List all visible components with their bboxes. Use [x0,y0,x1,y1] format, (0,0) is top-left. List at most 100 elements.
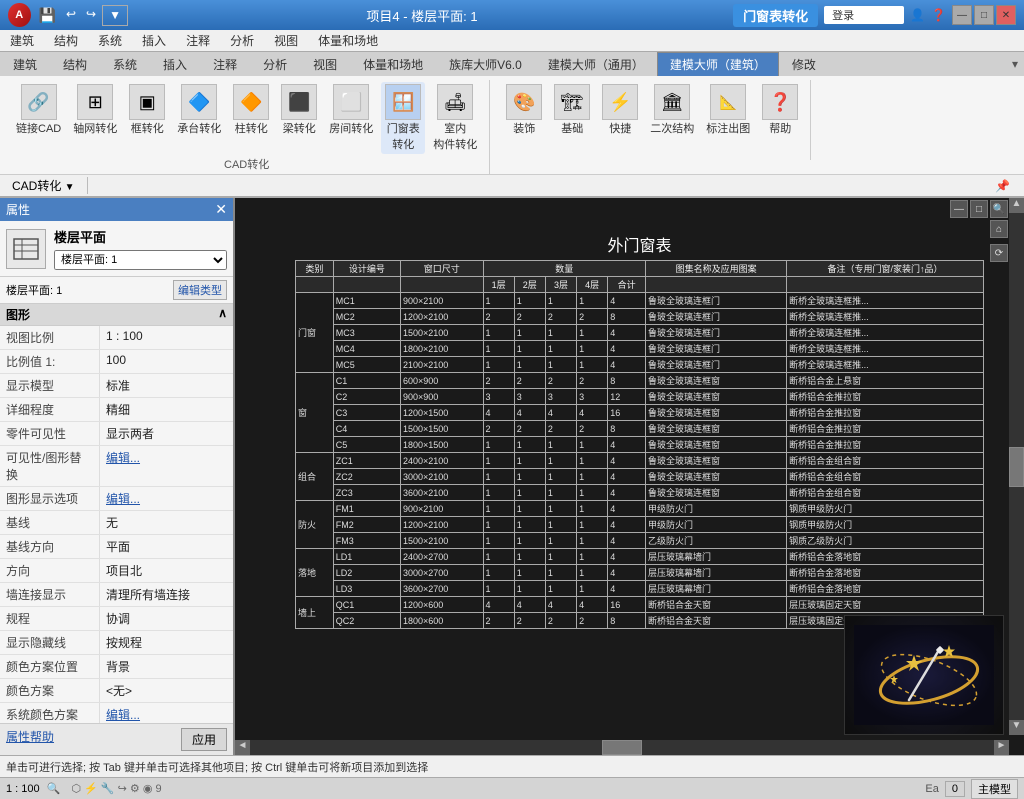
toolbar-save[interactable]: 💾 [35,5,60,26]
canvas-scrollbar-horizontal[interactable]: ◄ ► [235,740,1009,755]
btn-kuang[interactable]: ▣ 框转化 [125,82,169,154]
menu-jiegou[interactable]: 结构 [44,30,88,51]
btn-zhu[interactable]: 🔶 柱转化 [229,82,273,154]
tab-jianmoda-jianzhu[interactable]: 建模大师（建筑） [657,52,779,76]
maximize-button[interactable]: □ [974,5,994,25]
table-row: ZC23000×210011114鲁玻全玻璃连框窗断桥铝合金组合窗 [296,469,984,485]
canvas-minimize-btn[interactable]: — [950,200,968,218]
main-area: 属性 ✕ 楼层平面 楼层平面: 1 楼层平面: 1 编辑类型 图形 [0,198,1024,755]
nav-btn-home[interactable]: ⌂ [990,220,1008,238]
prop-help-link[interactable]: 属性帮助 [6,728,54,751]
tab-xitong[interactable]: 系统 [100,52,150,76]
menwinchuang-btn[interactable]: 门窗表转化 [733,4,818,27]
canvas-scrollbar-vertical[interactable]: ▲ ▼ [1009,198,1024,735]
kuaijie-icon: ⚡ [602,84,638,120]
prop-apply-btn[interactable]: 应用 [181,728,227,751]
tab-shitu[interactable]: 视图 [300,52,350,76]
tab-fenxi[interactable]: 分析 [250,52,300,76]
prop-body: 图形 ∧ 视图比例 1 : 100 比例值 1: 100 显示模型 标准 详细程… [0,304,233,723]
table-row: 防火FM1900×210011114甲级防火门钢质甲级防火门 [296,501,984,517]
btn-ercijiegou[interactable]: 🏛 二次结构 [646,82,698,138]
btn-biaozhuchute[interactable]: 📐 标注出图 [702,82,754,138]
toolbar-redo[interactable]: ↪ [82,5,100,26]
tab-charu[interactable]: 插入 [150,52,200,76]
status-model-btn[interactable]: 主模型 [971,779,1018,799]
btn-bangzhu[interactable]: ❓ 帮助 [758,82,802,138]
ribbon-pin-btn[interactable]: 📌 [989,179,1016,193]
toolbar-extra[interactable]: ▼ [102,5,128,26]
btn-bangzhu-label: 帮助 [769,120,791,136]
menu-xitong[interactable]: 系统 [88,30,132,51]
table-row: MC52100×210011114鲁玻全玻璃连框门断桥全玻璃连框推... [296,357,984,373]
table-cell: 4 [608,501,646,517]
table-cell: 鲁玻全玻璃连框门 [646,341,787,357]
table-cell: 2 [545,309,576,325]
prop-section-graphics[interactable]: 图形 ∧ [0,304,233,326]
tab-zukulibrary[interactable]: 族库大师V6.0 [436,52,535,76]
ribbon-dropdown-btn[interactable]: CAD转化 ▼ [8,177,88,194]
toolbar-undo[interactable]: ↩ [62,5,80,26]
nav-btn-search[interactable]: 🔍 [990,200,1008,218]
search-bar[interactable]: 登录 [824,6,904,24]
table-cell: 断桥铝合金天窗 [646,597,787,613]
tab-jiegou[interactable]: 结构 [50,52,100,76]
table-cell: 4 [608,341,646,357]
btn-fangjian[interactable]: ⬜ 房间转化 [325,82,377,154]
prop-row-visibility[interactable]: 可见性/图形替换 编辑... [0,446,233,487]
table-cell: 2 [545,373,576,389]
table-cell: 断桥铝合金落地窗 [787,565,984,581]
help-icon[interactable]: ❓ [931,8,946,22]
tab-jianmoda-general[interactable]: 建模大师（通用） [535,52,657,76]
prop-edit-type-btn[interactable]: 编辑类型 [173,280,227,300]
prop-close-btn[interactable]: ✕ [215,201,227,218]
btn-menchuang[interactable]: 🪟 门窗表转化 [381,82,425,154]
menu-shitu[interactable]: 视图 [264,30,308,51]
menu-zhushi[interactable]: 注释 [176,30,220,51]
minimize-button[interactable]: — [952,5,972,25]
tab-xiugai[interactable]: 修改 [779,52,829,76]
table-cell: 1 [514,341,545,357]
menu-tianliang[interactable]: 体量和场地 [308,30,388,51]
close-button[interactable]: ✕ [996,5,1016,25]
btn-chengtai[interactable]: 🔷 承台转化 [173,82,225,154]
watermark-logo [844,615,1004,735]
btn-zhuangshi[interactable]: 🎨 装饰 [502,82,546,138]
btn-shinei[interactable]: 🛋 室内构件转化 [429,82,481,154]
table-cell: 1 [577,581,608,597]
prop-view-row: 楼层平面: 1 编辑类型 [0,277,233,304]
btn-kuang-label: 框转化 [131,120,164,136]
prop-row-sys-color[interactable]: 系统颜色方案 编辑... [0,703,233,723]
menu-charu[interactable]: 插入 [132,30,176,51]
window-schedule-table: 类别 设计编号 窗口尺寸 数量 图集名称及应用图案 备注（专用门窗/家装门↑品）… [295,260,984,629]
user-icon[interactable]: 👤 [910,8,925,22]
tab-panel-collapse[interactable]: ▾ [1006,55,1024,73]
liang-icon: ⬛ [281,84,317,120]
table-cell: 2 [514,613,545,629]
table-cell: 1 [545,357,576,373]
btn-link-cad[interactable]: 🔗 链接CAD [12,82,65,154]
table-cell: LD1 [333,549,400,565]
prop-view-dropdown[interactable]: 楼层平面: 1 [54,250,227,270]
table-cell: FM1 [333,501,400,517]
table-cell: 2 [545,421,576,437]
btn-liang[interactable]: ⬛ 梁转化 [277,82,321,154]
btn-jichu[interactable]: 🏗 基础 [550,82,594,138]
table-row: 落地LD12400×270011114层压玻璃幕墙门断桥铝合金落地窗 [296,549,984,565]
col-design-code: 设计编号 [333,261,400,277]
table-cell: 2 [545,613,576,629]
table-cell: 8 [608,373,646,389]
menu-fenxi[interactable]: 分析 [220,30,264,51]
btn-zhougang[interactable]: ⊞ 轴网转化 [69,82,121,154]
tab-tianliang[interactable]: 体量和场地 [350,52,436,76]
table-cell: 2100×2100 [401,357,484,373]
canvas-maximize-btn[interactable]: □ [970,200,988,218]
ribbon-group-decoration: 🎨 装饰 🏗 基础 ⚡ 快捷 🏛 二次结构 📐 标注出图 [494,80,811,160]
tab-jianzhu[interactable]: 建筑 [0,52,50,76]
prop-footer: 属性帮助 应用 [0,723,233,755]
table-cell: 4 [608,453,646,469]
nav-btn-orbit[interactable]: ⟳ [990,244,1008,262]
btn-kuaijie[interactable]: ⚡ 快捷 [598,82,642,138]
menu-jianzhu[interactable]: 建筑 [0,30,44,51]
prop-row-graphics-display[interactable]: 图形显示选项 编辑... [0,487,233,511]
tab-zhushi[interactable]: 注释 [200,52,250,76]
